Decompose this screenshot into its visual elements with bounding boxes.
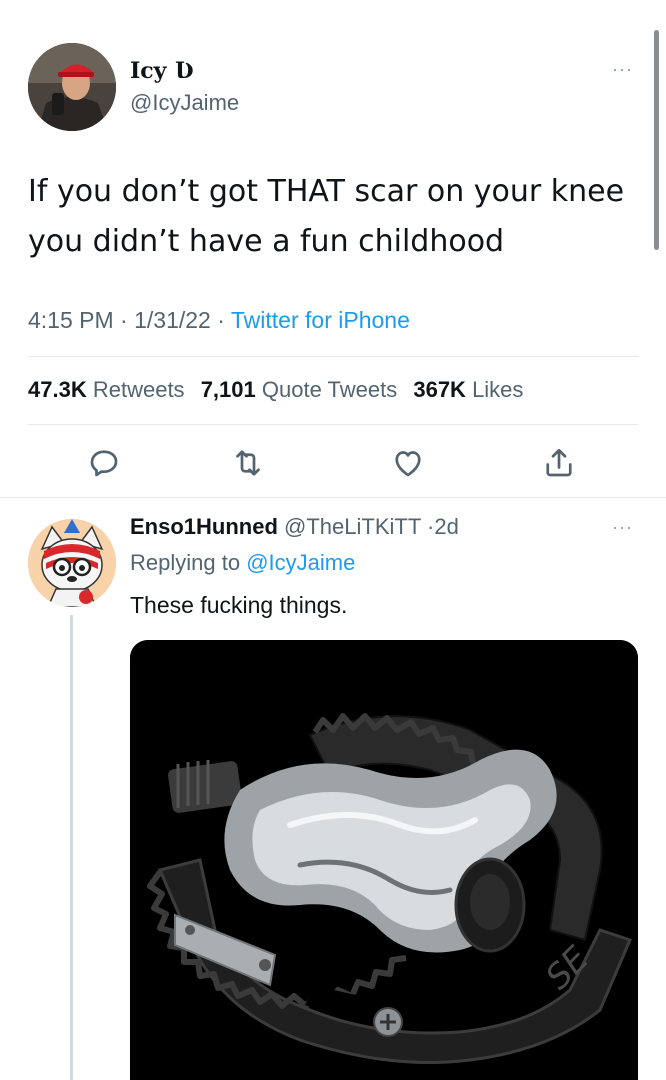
bike-pedal-photo: SE — [130, 640, 638, 1080]
more-icon[interactable]: ··· — [612, 60, 633, 78]
red-panda-avatar — [28, 519, 116, 607]
retweet-icon — [236, 450, 260, 476]
like-icon — [395, 451, 421, 477]
divider — [28, 356, 638, 357]
reply-display-name[interactable]: Enso1Hunned — [130, 514, 278, 539]
share-button[interactable] — [541, 445, 577, 481]
reply-media-image[interactable]: SE — [130, 640, 638, 1080]
tweet-client-link[interactable]: Twitter for iPhone — [231, 307, 410, 333]
quotes-label: Quote Tweets — [261, 377, 398, 402]
thread-line — [70, 615, 73, 1080]
reply-button[interactable] — [86, 445, 122, 481]
likes-count: 367K — [413, 377, 466, 402]
tweet-date[interactable]: 1/31/22 — [134, 307, 211, 333]
like-button[interactable] — [390, 445, 426, 481]
likes-label: Likes — [472, 377, 524, 402]
reply-avatar[interactable] — [28, 519, 116, 607]
meta-separator: · — [120, 307, 128, 333]
reply-age[interactable]: 2d — [434, 514, 458, 539]
replying-handle-link[interactable]: @IcyJaime — [246, 550, 355, 575]
likes-stat[interactable]: 367K Likes — [413, 377, 523, 402]
tweet-time[interactable]: 4:15 PM — [28, 307, 114, 333]
divider — [0, 497, 666, 498]
quote-tweets-stat[interactable]: 7,101 Quote Tweets — [201, 377, 398, 402]
engagement-stats: 47.3K Retweets 7,101 Quote Tweets 367K L… — [28, 377, 523, 403]
replying-to: Replying to @IcyJaime — [130, 550, 355, 576]
divider — [28, 424, 638, 425]
more-icon[interactable]: ··· — [612, 518, 633, 536]
display-name[interactable]: Icy Ʋ — [130, 58, 194, 84]
tweet-text: If you don’t got THAT scar on your knee … — [28, 174, 625, 259]
tweet-meta: 4:15 PM · 1/31/22 · Twitter for iPhone — [28, 307, 410, 334]
user-handle[interactable]: @IcyJaime — [130, 90, 239, 116]
share-icon — [546, 448, 572, 477]
reply-header: Enso1Hunned @TheLiTKiTT ·2d — [130, 514, 459, 540]
avatar[interactable] — [28, 43, 116, 131]
scrollbar[interactable] — [654, 30, 659, 250]
retweets-count: 47.3K — [28, 377, 87, 402]
quotes-count: 7,101 — [200, 377, 256, 402]
reply-icon — [90, 450, 118, 477]
replying-label: Replying to — [130, 550, 241, 575]
reply-text: These fucking things. — [130, 592, 348, 618]
meta-separator: · — [217, 307, 225, 333]
reply-handle[interactable]: @TheLiTKiTT — [284, 514, 421, 539]
retweet-button[interactable] — [230, 445, 266, 481]
retweets-label: Retweets — [92, 377, 185, 402]
avatar-photo — [28, 43, 116, 131]
retweets-stat[interactable]: 47.3K Retweets — [28, 377, 185, 402]
